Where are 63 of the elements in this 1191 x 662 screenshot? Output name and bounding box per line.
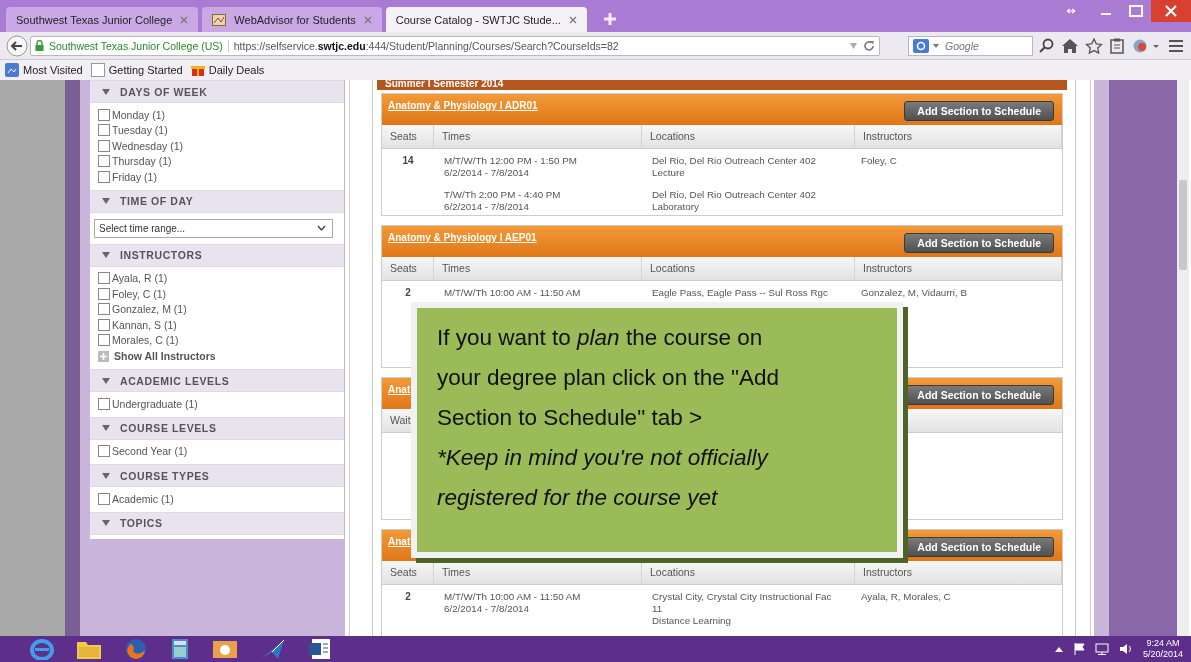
seats-cell-text: 2: [404, 287, 412, 299]
times-cell-text: M/T/W/Th 10:00 AM - 11:50 AM 6/2/2014 - 7/8/2014: [443, 591, 582, 615]
instructors-cell-text: Gonzalez, M, Vidaurri, B: [860, 287, 968, 299]
time-range-select[interactable]: Select time range...: [94, 218, 333, 238]
browser-tab[interactable]: WebAdvisor for Students: [202, 7, 382, 32]
location-cell-text: Del Rio, Del Rio Outreach Center 402 Lecture: [651, 155, 817, 179]
seats-cell-text: 2: [404, 591, 412, 604]
filter-option[interactable]: Gonzalez, M (1): [98, 301, 336, 317]
filter-header[interactable]: COURSE TYPES: [90, 464, 344, 487]
site-identity: Southwest Texas Junior College (US): [49, 39, 223, 52]
location-cell-text: Crystal City, Crystal City Instructional Fac 11 Distance Learning: [651, 591, 833, 627]
times-cell-text: M/T/W/Th 12:00 PM - 1:50 PM 6/2/2014 - 7/8/2014: [443, 155, 578, 179]
clock[interactable]: 9:24 AM 5/20/2014: [1142, 638, 1183, 660]
instructors-cell-text: Foley, C: [860, 155, 898, 168]
filter-option[interactable]: Second Year (1): [98, 443, 336, 459]
filter-option[interactable]: Kannan, S (1): [98, 317, 336, 333]
filter-header[interactable]: COURSE LEVELS: [90, 416, 344, 440]
filter-header[interactable]: ACADEMIC LEVELS: [90, 369, 344, 392]
bookmark[interactable]: Daily Deals: [190, 63, 265, 77]
column-header: Locations: [642, 257, 855, 280]
filter-option[interactable]: Foley, C (1): [98, 286, 336, 302]
times-cell-text: M/T/W/Th 10:00 AM - 11:50 AM: [443, 287, 582, 299]
filter-header[interactable]: TIME OF DAY: [90, 189, 344, 213]
filter-option[interactable]: Ayala, R (1): [98, 270, 336, 286]
callout-note: *Keep in mind you're not officially registered for the course yet: [437, 444, 770, 512]
instructors-cell-text: Ayala, R, Morales, C: [860, 591, 952, 604]
location-cell-text: Eagle Pass, Eagle Pass -- Sul Ross Rgc: [651, 287, 829, 299]
filter-option[interactable]: Thursday (1): [98, 153, 336, 169]
column-header: Times: [434, 125, 642, 148]
browser-tab[interactable]: Course Catalog - SWTJC Stude...: [385, 7, 587, 32]
location-cell-text: Del Rio, Del Rio Outreach Center 402 Laboratory: [651, 189, 817, 213]
tab-title: Course Catalog - SWTJC Stude...: [395, 13, 561, 26]
column-header: Locations: [642, 125, 855, 148]
seats-cell-text: 14: [401, 155, 415, 168]
browser-tab[interactable]: Southwest Texas Junior College: [6, 7, 199, 32]
page-url: https://selfservice.swtjc.edu:444/Student/Planning/Courses/Search?CourseIds=82: [227, 39, 619, 52]
tab-title: WebAdvisor for Students: [234, 13, 356, 26]
filter-option[interactable]: Friday (1): [98, 169, 336, 185]
callout-text: If you want to plan the course on your degree plan click on the "Add Section to Schedule" tab >: [437, 324, 780, 432]
filter-option[interactable]: Undergraduate (1): [98, 396, 336, 412]
filter-option[interactable]: Morales, C (1): [98, 332, 336, 348]
filter-header[interactable]: DAYS OF WEEK: [90, 80, 344, 103]
filter-header[interactable]: TOPICS: [90, 511, 344, 535]
bookmark[interactable]: Most Visited: [5, 63, 83, 77]
tab-title: Southwest Texas Junior College: [16, 13, 173, 26]
column-header: Seats: [382, 125, 434, 148]
column-header: Instructors: [855, 125, 1062, 148]
search-field[interactable]: Google: [908, 35, 1033, 56]
column-header: Times: [434, 257, 642, 280]
column-header: Instructors: [855, 257, 1062, 280]
filter-header[interactable]: INSTRUCTORS: [90, 243, 344, 267]
column-header: Seats: [382, 257, 434, 280]
filter-option[interactable]: Monday (1): [98, 107, 336, 123]
times-cell-text: T/W/Th 2:00 PM - 4:40 PM 6/2/2014 - 7/8/2014: [443, 189, 562, 213]
filter-option[interactable]: Wednesday (1): [98, 138, 336, 154]
add-section-button[interactable]: Add Section to Schedule: [904, 101, 1054, 121]
add-section-button[interactable]: Add Section to Schedule: [904, 233, 1054, 253]
filter-option[interactable]: Tuesday (1): [98, 122, 336, 138]
bookmark[interactable]: Getting Started: [90, 63, 183, 77]
address-bar[interactable]: Southwest Texas Junior College (US) https://selfservice.swtjc.edu:444/Student/Planning/Courses/Search?CourseIds=82: [30, 35, 880, 56]
filter-option[interactable]: Academic (1): [98, 491, 336, 507]
term-bar: Summer I Semester 2014: [377, 80, 1067, 90]
show-all-link[interactable]: Show All Instructors: [98, 348, 336, 364]
